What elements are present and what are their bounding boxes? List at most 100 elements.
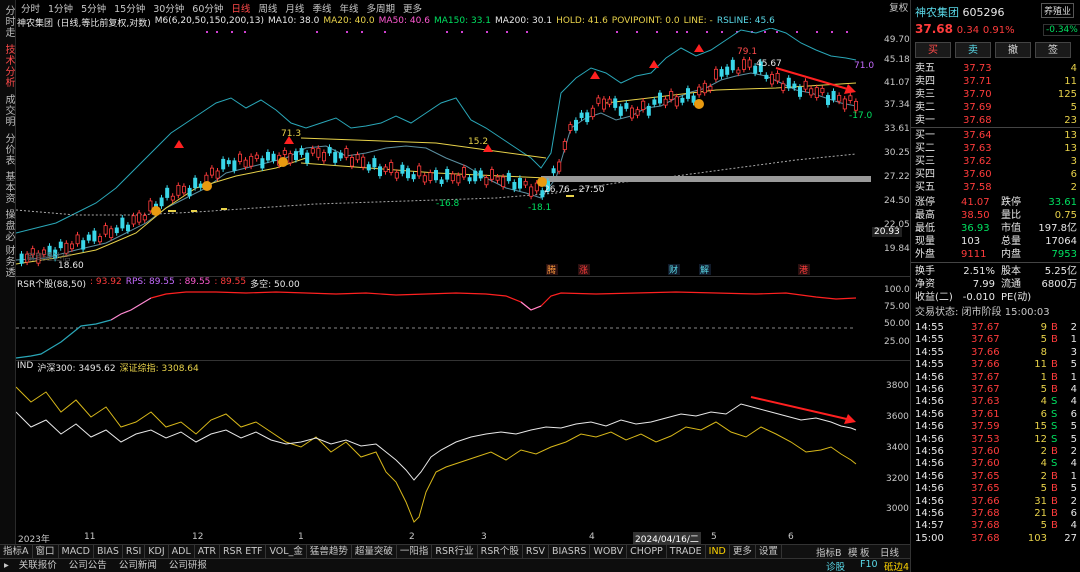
status-right-2[interactable]: 砥边4 (884, 559, 909, 572)
indicator-tab-19[interactable]: TRADE (667, 545, 706, 558)
main-price-chart[interactable]: 71.3 15.2 79.1 45.67 71.0 -17.0 -16.8 -1… (16, 28, 910, 276)
tick-volume: 11 (1034, 359, 1047, 371)
period-tab-2[interactable]: 5分钟 (77, 1, 110, 15)
indicator-tab-1[interactable]: 窗口 (33, 545, 59, 558)
level-price: 37.69 (963, 102, 992, 113)
status-tab-3[interactable]: 公司研报 (163, 559, 213, 572)
indicator-tab-5[interactable]: KDJ (145, 545, 169, 558)
price-tick-6: 27.22 (884, 172, 910, 182)
status-tab-2[interactable]: 公司新闻 (113, 559, 163, 572)
tick-count: 4 (1070, 384, 1077, 395)
ask-row[interactable]: 卖二 37.69 5 (911, 101, 1080, 114)
date-tick-1: 11 (84, 532, 96, 542)
period-tab-10[interactable]: 年线 (335, 1, 362, 15)
indicator-tab-0[interactable]: 指标A (0, 545, 33, 558)
bid-row[interactable]: 买五 37.58 2 (911, 181, 1080, 194)
quote-stock-code: 605296 (962, 6, 1005, 19)
index-chart[interactable] (16, 372, 910, 532)
indicator-tab-18[interactable]: CHOPP (627, 545, 667, 558)
side-tab-1[interactable]: 技术分析 (0, 44, 16, 88)
buy-button[interactable]: 买 (915, 42, 951, 58)
indicator-tab-8[interactable]: RSR ETF (220, 545, 267, 558)
period-tab-11[interactable]: 多周期 (362, 1, 399, 15)
indicator-tab-22[interactable]: 设置 (756, 545, 782, 558)
candle-body (433, 170, 438, 181)
sign-button[interactable]: 签 (1035, 42, 1071, 58)
ind-tick-3: 3200 (886, 474, 909, 484)
period-tab-12[interactable]: 更多 (399, 1, 426, 15)
indicator-tab-17[interactable]: WOBV (590, 545, 628, 558)
ma-title: M6(6,20,50,150,200,13) (154, 16, 265, 26)
rsr-pink-dip (520, 301, 542, 311)
rsr-chart[interactable] (16, 288, 910, 360)
ask-row[interactable]: 卖四 37.71 11 (911, 75, 1080, 88)
ask-row[interactable]: 卖三 37.70 125 (911, 88, 1080, 101)
bid-row[interactable]: 买三 37.62 3 (911, 155, 1080, 168)
indicator-tab-10[interactable]: 猛兽趋势 (307, 545, 352, 558)
candle-body (120, 217, 125, 229)
ask-row[interactable]: 卖一 37.68 23 (911, 114, 1080, 127)
status-expand-icon[interactable]: ▸ (0, 559, 13, 572)
candle-body (293, 151, 298, 160)
indicator-tab-15[interactable]: RSV (523, 545, 549, 558)
event-tag-1: 腾 (547, 264, 556, 276)
cancel-order-button[interactable]: 撤 (995, 42, 1031, 58)
side-tab-5[interactable]: 操盘必读 (0, 208, 16, 242)
tick-count: 4 (1070, 396, 1077, 408)
side-tab-2[interactable]: 成交明细 (0, 90, 16, 130)
tool-button-0[interactable]: 复权 (885, 0, 912, 14)
indicator-tab-2[interactable]: MACD (59, 545, 94, 558)
status-right-1[interactable]: F10 (860, 559, 878, 570)
period-tab-8[interactable]: 月线 (281, 1, 308, 15)
indicator-tab-13[interactable]: RSR行业 (432, 545, 478, 558)
indicator-right-tab-1[interactable]: 模 (848, 545, 858, 559)
indicator-tab-9[interactable]: VOL_金 (266, 545, 307, 558)
stat-value: 103 (961, 236, 981, 247)
tick-time: 14:56 (915, 384, 944, 395)
status-right-0[interactable]: 诊股 (826, 559, 845, 572)
side-tab-6[interactable]: 财务透视 (0, 244, 16, 278)
period-tab-6[interactable]: 日线 (227, 1, 254, 15)
sell-button[interactable]: 卖 (955, 42, 991, 58)
industry-tag[interactable]: 养殖业 (1041, 3, 1075, 18)
annotation-15-2: 15.2 (468, 137, 488, 147)
candle-body (221, 158, 226, 170)
indicator-tab-4[interactable]: RSI (123, 545, 146, 558)
side-tab-0[interactable]: 分时走势 (0, 0, 16, 42)
tick-side: B (1051, 322, 1058, 333)
side-tab-4[interactable]: 基本资料 (0, 168, 16, 206)
period-tab-3[interactable]: 15分钟 (110, 1, 149, 15)
ask-row[interactable]: 卖五 37.73 4 (911, 62, 1080, 75)
tick-side: S (1051, 433, 1058, 445)
indicator-tab-21[interactable]: 更多 (730, 545, 756, 558)
period-tab-9[interactable]: 季线 (308, 1, 335, 15)
period-tab-1[interactable]: 1分钟 (44, 1, 77, 15)
period-tab-7[interactable]: 周线 (254, 1, 281, 15)
status-tab-1[interactable]: 公司公告 (63, 559, 113, 572)
status-tab-0[interactable]: 关联报价 (13, 559, 63, 572)
bid-row[interactable]: 买一 37.64 13 (911, 129, 1080, 142)
indicator-right-tab-0[interactable]: 指标B (816, 545, 842, 559)
indicator-tab-16[interactable]: BIASRS (549, 545, 591, 558)
indicator-tab-14[interactable]: RSR个股 (478, 545, 523, 558)
indicator-tab-6[interactable]: ADL (169, 545, 195, 558)
stat-value: 33.61 (1048, 197, 1077, 208)
period-tab-5[interactable]: 60分钟 (188, 1, 227, 15)
bid-row[interactable]: 买二 37.63 13 (911, 142, 1080, 155)
tick-row: 15:00 37.68 103 27 (911, 533, 1080, 545)
side-tab-3[interactable]: 分价表 (0, 132, 16, 166)
stat-value: 17064 (1045, 236, 1077, 247)
indicator-tab-12[interactable]: 一阳指 (397, 545, 433, 558)
indicator-tab-11[interactable]: 超量突破 (352, 545, 397, 558)
indicator-right-tab-2[interactable]: 板 (860, 545, 870, 559)
period-tab-4[interactable]: 30分钟 (149, 1, 188, 15)
line-value: LINE: - (683, 16, 713, 26)
indicator-tab-3[interactable]: BIAS (94, 545, 123, 558)
stat-value: 197.8亿 (1038, 223, 1077, 234)
period-tab-0[interactable]: 分时 (17, 1, 44, 15)
indicator-right-tab-3[interactable]: 日线 (880, 545, 899, 559)
indicator-tab-7[interactable]: ATR (195, 545, 220, 558)
stat2-label: 换手 (915, 266, 935, 277)
bid-row[interactable]: 买四 37.60 6 (911, 168, 1080, 181)
indicator-tab-20[interactable]: IND (706, 545, 730, 558)
